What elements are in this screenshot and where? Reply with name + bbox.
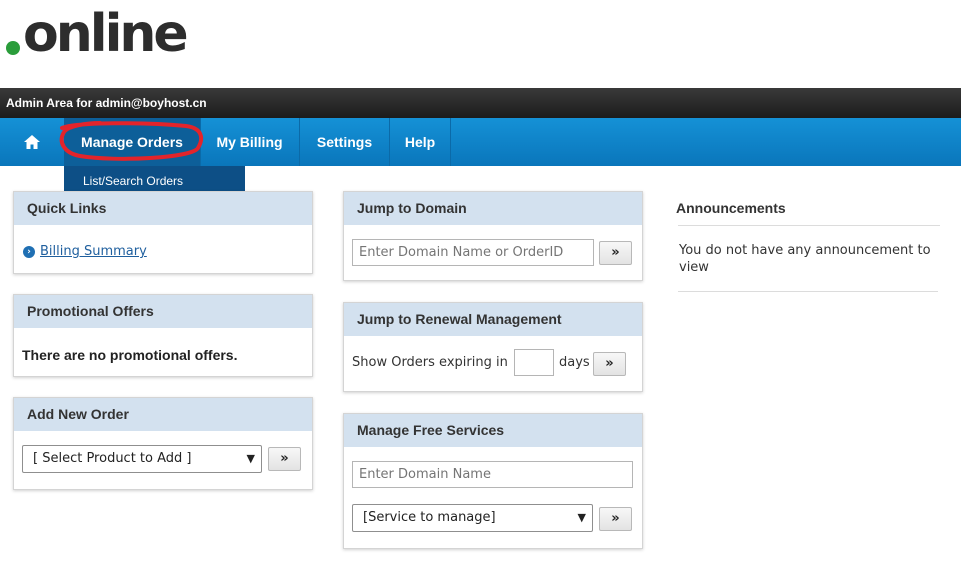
renewal-prefix-label: Show Orders expiring in [352,355,508,370]
dropdown-list-search-orders[interactable]: List/Search Orders [64,166,245,188]
announcements-message: You do not have any announcement to view [679,243,931,275]
quick-links-panel: Quick Links › Billing Summary [13,191,313,274]
jump-to-domain-title: Jump to Domain [344,192,642,225]
product-select-value: [ Select Product to Add ] [33,451,192,466]
logo-dot [6,41,20,55]
product-select[interactable]: [ Select Product to Add ] ▼ [22,445,262,473]
promotional-offers-title: Promotional Offers [14,295,312,328]
add-new-order-title: Add New Order [14,398,312,431]
renewal-management-title: Jump to Renewal Management [344,303,642,336]
main-nav: Manage Orders My Billing Settings Help [0,118,961,166]
free-services-panel: Manage Free Services [Service to manage]… [343,413,643,549]
renewal-days-input[interactable] [514,349,554,376]
service-select-value: [Service to manage] [363,510,496,525]
nav-settings[interactable]: Settings [299,118,389,166]
nav-my-billing[interactable]: My Billing [200,118,298,166]
promotional-offers-message: There are no promotional offers. [22,347,238,363]
add-new-order-panel: Add New Order [ Select Product to Add ] … [13,397,313,490]
nav-home[interactable] [0,118,64,166]
billing-summary-link[interactable]: Billing Summary [40,244,147,259]
chevron-down-icon: ▼ [577,511,586,524]
jump-domain-go-button[interactable]: » [599,241,632,265]
billing-summary-link-row: › Billing Summary [23,244,147,259]
renewal-days-label: days [559,355,590,370]
free-services-domain-input[interactable] [352,461,633,488]
site-logo: online [6,4,189,64]
add-order-go-button[interactable]: » [268,447,301,471]
nav-manage-orders[interactable]: Manage Orders [64,118,200,166]
free-services-title: Manage Free Services [344,414,642,447]
announcements-divider-bottom [678,291,938,292]
jump-domain-input[interactable] [352,239,594,266]
service-select[interactable]: [Service to manage] ▼ [352,504,593,532]
renewal-go-button[interactable]: » [593,352,626,376]
announcements-divider-top [678,225,940,226]
arrow-circle-icon: › [23,245,35,258]
promotional-offers-panel: Promotional Offers There are no promotio… [13,294,313,377]
jump-to-domain-panel: Jump to Domain » [343,191,643,281]
chevron-down-icon: ▼ [246,452,255,465]
home-icon [24,135,40,149]
admin-bar: Admin Area for admin@boyhost.cn [0,88,961,118]
renewal-management-panel: Jump to Renewal Management Show Orders e… [343,302,643,392]
quick-links-title: Quick Links [14,192,312,225]
logo-text: online [23,4,189,64]
free-services-go-button[interactable]: » [599,507,632,531]
announcements-title: Announcements [676,200,786,216]
nav-help[interactable]: Help [389,118,451,166]
